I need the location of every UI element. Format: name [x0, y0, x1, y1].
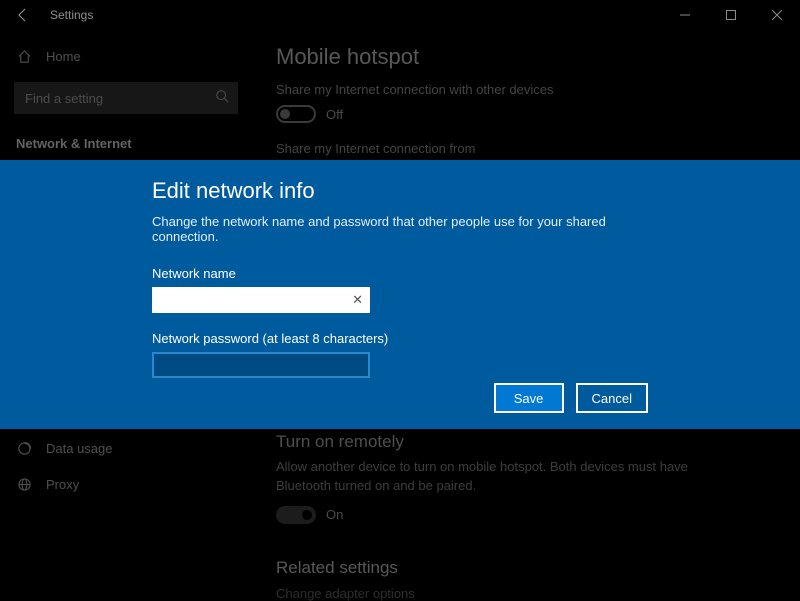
- minimize-icon: [680, 10, 690, 20]
- sidebar-item-label: Data usage: [46, 441, 113, 456]
- sidebar-item-proxy[interactable]: Proxy: [0, 466, 252, 502]
- minimize-button[interactable]: [662, 0, 708, 30]
- share-description: Share my Internet connection with other …: [276, 82, 776, 97]
- modal-description: Change the network name and password tha…: [152, 214, 648, 244]
- close-icon: [772, 10, 782, 20]
- related-link[interactable]: Change adapter options: [276, 586, 696, 601]
- sidebar-item-data-usage[interactable]: Data usage: [0, 430, 252, 466]
- network-password-input[interactable]: [152, 352, 370, 378]
- home-icon: [16, 49, 32, 64]
- sidebar-bottom: Data usage Proxy: [0, 430, 252, 502]
- save-button-label: Save: [514, 391, 544, 406]
- remote-toggle-row: On: [276, 506, 696, 524]
- close-button[interactable]: [754, 0, 800, 30]
- titlebar: Settings: [0, 0, 800, 30]
- share-toggle[interactable]: [276, 105, 316, 123]
- cancel-button-label: Cancel: [592, 391, 632, 406]
- clear-input-icon[interactable]: ✕: [352, 292, 363, 308]
- remote-toggle-label: On: [326, 507, 343, 522]
- sidebar-home-label: Home: [46, 49, 81, 64]
- toggle-knob: [302, 510, 312, 520]
- sidebar-item-label: Proxy: [46, 477, 79, 492]
- remote-description: Allow another device to turn on mobile h…: [276, 458, 696, 496]
- globe-icon: [16, 477, 32, 492]
- network-name-label: Network name: [152, 266, 648, 281]
- remote-toggle[interactable]: [276, 506, 316, 524]
- share-toggle-row: Off: [276, 105, 776, 123]
- share-toggle-label: Off: [326, 107, 343, 122]
- modal-buttons: Save Cancel: [494, 383, 648, 413]
- search-icon: [215, 89, 229, 108]
- data-usage-icon: [16, 441, 32, 456]
- edit-network-modal: Edit network info Change the network nam…: [0, 160, 800, 429]
- cancel-button[interactable]: Cancel: [576, 383, 648, 413]
- modal-title: Edit network info: [152, 178, 648, 204]
- sidebar-category: Network & Internet: [0, 128, 252, 159]
- save-button[interactable]: Save: [494, 383, 564, 413]
- network-name-input[interactable]: ✕: [152, 287, 370, 313]
- maximize-button[interactable]: [708, 0, 754, 30]
- network-password-label: Network password (at least 8 characters): [152, 331, 648, 346]
- window-title: Settings: [50, 8, 93, 22]
- remote-heading: Turn on remotely: [276, 432, 696, 452]
- maximize-icon: [726, 10, 736, 20]
- search-placeholder: Find a setting: [25, 91, 103, 106]
- page-title: Mobile hotspot: [276, 44, 776, 70]
- remote-section: Turn on remotely Allow another device to…: [276, 432, 696, 601]
- sidebar-home[interactable]: Home: [0, 38, 252, 74]
- search-input[interactable]: Find a setting: [14, 82, 238, 114]
- back-button[interactable]: [8, 0, 38, 30]
- share-from-label: Share my Internet connection from: [276, 141, 776, 156]
- related-heading: Related settings: [276, 558, 696, 578]
- arrow-left-icon: [15, 7, 31, 23]
- toggle-knob: [280, 109, 290, 119]
